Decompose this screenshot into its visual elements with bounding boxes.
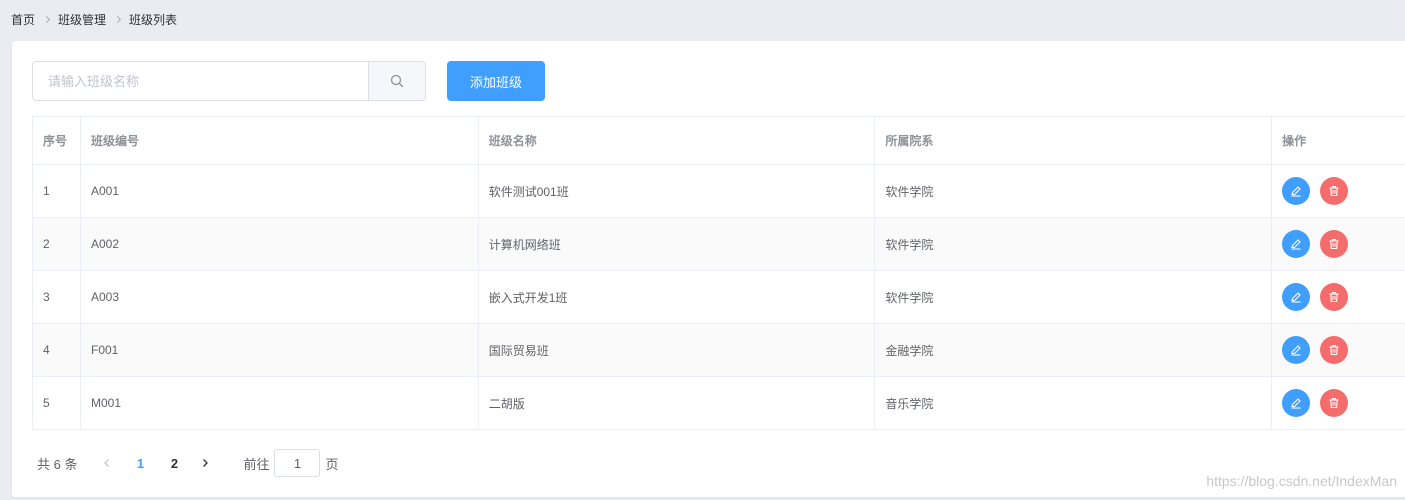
chevron-right-icon: [113, 15, 122, 23]
cell-class-code: F001: [81, 324, 479, 376]
header-index: 序号: [33, 117, 81, 164]
search-icon: [390, 74, 404, 88]
cell-actions: [1272, 377, 1405, 429]
table-row: 1 A001 软件测试001班 软件学院: [33, 165, 1405, 218]
watermark: https://blog.csdn.net/IndexMan: [1206, 473, 1397, 489]
cell-index: 1: [33, 165, 81, 217]
search-input[interactable]: [33, 62, 368, 100]
edit-button[interactable]: [1282, 389, 1311, 417]
breadcrumb: 首页 班级管理 班级列表: [11, 11, 177, 27]
goto-page-input[interactable]: [274, 449, 321, 477]
cell-index: 5: [33, 377, 81, 429]
delete-button[interactable]: [1320, 389, 1349, 417]
edit-button[interactable]: [1282, 283, 1311, 311]
cell-department: 软件学院: [875, 271, 1273, 323]
cell-actions: [1272, 271, 1405, 323]
cell-index: 3: [33, 271, 81, 323]
delete-icon: [1329, 398, 1339, 409]
search-box: [32, 61, 426, 101]
next-page-button[interactable]: [191, 449, 219, 477]
edit-icon: [1291, 239, 1301, 250]
page-1[interactable]: 1: [123, 449, 157, 477]
cell-actions: [1272, 324, 1405, 376]
table-row: 2 A002 计算机网络班 软件学院: [33, 218, 1405, 271]
edit-icon: [1291, 398, 1301, 409]
delete-button[interactable]: [1320, 230, 1349, 258]
breadcrumb-class-management[interactable]: 班级管理: [58, 11, 106, 28]
goto-suffix: 页: [325, 456, 339, 472]
prev-page-button[interactable]: [93, 449, 121, 477]
table-row: 3 A003 嵌入式开发1班 软件学院: [33, 271, 1405, 324]
cell-actions: [1272, 165, 1405, 217]
goto-prefix: 前往: [243, 456, 270, 472]
delete-button[interactable]: [1320, 283, 1349, 311]
breadcrumb-home[interactable]: 首页: [11, 11, 35, 28]
delete-icon: [1329, 186, 1339, 197]
page-2[interactable]: 2: [157, 449, 191, 477]
pagination-total: 共 6 条: [37, 456, 78, 472]
cell-class-code: A002: [81, 218, 479, 270]
delete-icon: [1329, 292, 1339, 303]
edit-button[interactable]: [1282, 230, 1311, 258]
cell-department: 金融学院: [875, 324, 1273, 376]
cell-class-name: 软件测试001班: [479, 165, 876, 217]
cell-actions: [1272, 218, 1405, 270]
pagination: 共 6 条 1 2 前往 页: [37, 449, 339, 477]
class-table: 序号 班级编号 班级名称 所属院系 操作 1 A001 软件测试001班 软件学院 2 A…: [32, 116, 1405, 430]
content-card: 添加班级 序号 班级编号 班级名称 所属院系 操作 1A001软件测试001班软…: [12, 41, 1405, 497]
search-button[interactable]: [368, 62, 425, 100]
chevron-right-icon: [42, 15, 51, 23]
cell-class-code: M001: [81, 377, 479, 429]
cell-class-name: 二胡版: [479, 377, 876, 429]
chevron-left-icon: [104, 459, 110, 467]
cell-department: 软件学院: [875, 218, 1273, 270]
page-jumper: 前往 页: [243, 449, 339, 477]
edit-icon: [1291, 186, 1301, 197]
edit-button[interactable]: [1282, 177, 1311, 205]
delete-button[interactable]: [1320, 336, 1349, 364]
delete-button[interactable]: [1320, 177, 1349, 205]
breadcrumb-class-list: 班级列表: [129, 12, 178, 27]
cell-class-code: A001: [81, 165, 479, 217]
cell-class-code: A003: [81, 271, 479, 323]
table-header: 序号 班级编号 班级名称 所属院系 操作: [33, 117, 1405, 165]
cell-class-name: 嵌入式开发1班: [479, 271, 876, 323]
cell-department: 软件学院: [875, 165, 1273, 217]
delete-icon: [1329, 239, 1339, 250]
add-class-button[interactable]: 添加班级: [447, 61, 545, 101]
header-class-code: 班级编号: [81, 117, 479, 164]
edit-icon: [1291, 292, 1301, 303]
table-row: 5 M001 二胡版 音乐学院: [33, 377, 1405, 430]
header-actions: 操作: [1282, 134, 1307, 148]
edit-button[interactable]: [1282, 336, 1311, 364]
delete-icon: [1329, 345, 1339, 356]
cell-class-name: 计算机网络班: [479, 218, 876, 270]
cell-department: 音乐学院: [875, 377, 1273, 429]
table-row: 4 F001 国际贸易班 金融学院: [33, 324, 1405, 377]
cell-index: 2: [33, 218, 81, 270]
cell-class-name: 国际贸易班: [479, 324, 876, 376]
cell-index: 4: [33, 324, 81, 376]
edit-icon: [1291, 345, 1301, 356]
header-department: 所属院系: [875, 117, 1273, 164]
chevron-right-icon: [203, 459, 209, 467]
header-class-name: 班级名称: [479, 117, 876, 164]
